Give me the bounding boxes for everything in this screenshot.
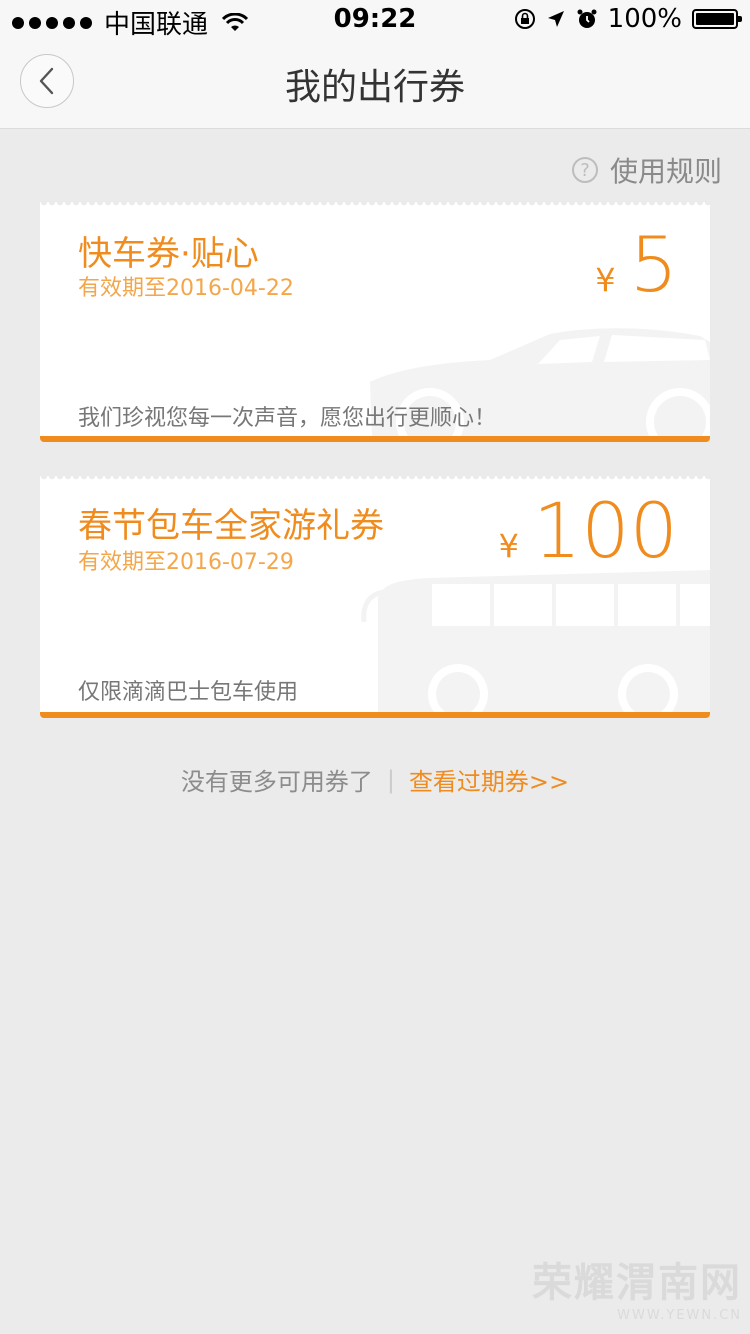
watermark-sub: WWW.YEWN.CN: [617, 1308, 742, 1323]
coupon-price: ¥ 5: [595, 220, 678, 309]
footer-separator: |: [386, 765, 395, 794]
coupon-card[interactable]: 快车券·贴心 有效期至2016-04-22 ¥ 5 我们珍视您每一次声音，愿您出…: [40, 202, 710, 442]
coupon-list-footer: 没有更多可用券了 | 查看过期券>>: [0, 762, 750, 797]
coupon-title: 快车券·贴心: [78, 234, 259, 274]
coupon-description: 仅限滴滴巴士包车使用: [78, 680, 299, 705]
page-title: 我的出行券: [284, 67, 465, 108]
usage-rules-label: 使用规则: [609, 155, 722, 188]
currency-symbol: ¥: [498, 527, 519, 565]
location-icon: [547, 11, 564, 27]
usage-rules-link[interactable]: ? 使用规则: [571, 150, 722, 190]
coupon-expiry: 有效期至2016-07-29: [78, 550, 294, 575]
view-expired-coupons-link[interactable]: 查看过期券>>: [409, 762, 569, 797]
battery-percent: 100%: [607, 4, 682, 34]
coupon-amount: 100: [532, 486, 678, 575]
watermark-main: 荣耀渭南网: [532, 1260, 742, 1306]
alarm-icon: [577, 9, 597, 28]
currency-symbol: ¥: [595, 261, 616, 299]
orientation-lock-icon: [514, 9, 535, 29]
status-bar: 中国联通 09:22 100%: [0, 0, 750, 40]
question-circle-icon: ?: [571, 157, 598, 183]
coupon-card[interactable]: 春节包车全家游礼券 有效期至2016-07-29 ¥ 100 仅限滴滴巴士包车使…: [40, 476, 710, 718]
no-more-coupons-text: 没有更多可用券了: [180, 768, 373, 796]
status-right: 100%: [514, 4, 742, 34]
coupon-expiry: 有效期至2016-04-22: [78, 276, 294, 301]
battery-icon: [692, 9, 742, 29]
nav-bar: 我的出行券: [0, 40, 750, 129]
watermark: 荣耀渭南网 WWW.YEWN.CN: [532, 1250, 742, 1323]
coupon-title: 春节包车全家游礼券: [78, 506, 384, 546]
coupon-amount: 5: [629, 220, 678, 309]
coupon-description: 我们珍视您每一次声音，愿您出行更顺心！: [78, 406, 497, 431]
coupon-price: ¥ 100: [499, 486, 678, 575]
bus-icon: [361, 570, 710, 712]
